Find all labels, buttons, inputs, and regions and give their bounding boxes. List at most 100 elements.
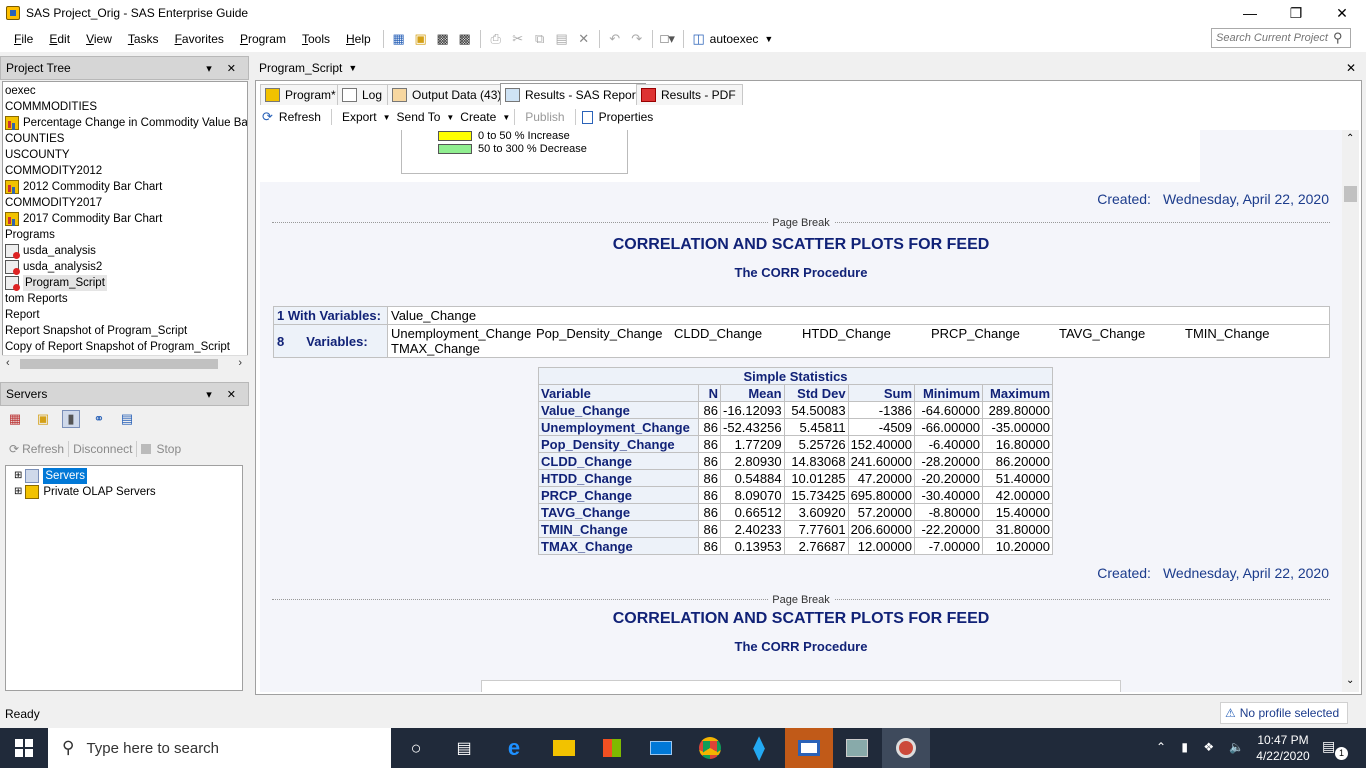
taskbar-clock[interactable]: 10:47 PM 4/22/2020 [1253, 732, 1313, 764]
scroll-thumb[interactable] [1344, 186, 1357, 202]
paste-icon[interactable]: ▤ [553, 30, 571, 48]
tree-item[interactable]: Percentage Change in Commodity Value Bar… [5, 115, 247, 131]
publish-button[interactable]: Publish [523, 110, 566, 124]
delete-icon[interactable]: ✕ [575, 30, 593, 48]
photos-icon[interactable] [833, 728, 881, 768]
document-close-icon[interactable]: ✕ [1346, 61, 1356, 75]
close-button[interactable]: ✕ [1319, 0, 1365, 26]
scroll-thumb[interactable] [20, 359, 218, 369]
list-icon[interactable]: ▤ [118, 410, 136, 428]
open-folder-icon[interactable]: ▣ [412, 30, 430, 48]
task-view-icon[interactable]: ▤ [440, 728, 488, 768]
export-dropdown-icon[interactable]: ▼ [383, 113, 391, 122]
servers-stop-button[interactable]: Stop [156, 442, 181, 456]
print-icon[interactable]: ⎙ [487, 30, 505, 48]
project-tree[interactable]: oexec COMMMODITIES Percentage Change in Co… [2, 81, 248, 372]
servers-disconnect-button[interactable]: Disconnect [73, 442, 132, 456]
cut-icon[interactable]: ✂ [509, 30, 527, 48]
menu-view[interactable]: View [78, 32, 120, 46]
mail-icon[interactable] [637, 728, 685, 768]
tree-item[interactable]: usda_analysis [5, 243, 245, 259]
tree-item[interactable]: oexec [5, 83, 245, 99]
chrome-icon[interactable] [686, 728, 734, 768]
scroll-right-icon[interactable]: › [238, 357, 242, 369]
create-dropdown-icon[interactable]: ▼ [502, 113, 510, 122]
tree-item[interactable]: Program_Script [5, 275, 245, 291]
send-to-dropdown-icon[interactable]: ▼ [446, 113, 454, 122]
cortana-icon[interactable]: ○ [392, 728, 440, 768]
undo-icon[interactable]: ↶ [606, 30, 624, 48]
tree-item[interactable]: COMMMODITIES [5, 99, 245, 115]
window-layout-icon[interactable]: □▾ [659, 30, 677, 48]
edge-icon[interactable]: e [490, 728, 538, 768]
sas-eg-taskbar-icon[interactable] [882, 728, 930, 768]
create-button[interactable]: Create [458, 110, 498, 124]
document-dropdown-icon[interactable]: ▼ [348, 63, 357, 73]
vertical-scrollbar[interactable]: ⌃ ⌄ [1342, 130, 1359, 692]
server-icon[interactable]: ▮ [62, 410, 80, 428]
scroll-up-icon[interactable]: ⌃ [1346, 133, 1354, 144]
notification-icon[interactable]: ▤ 1 [1322, 738, 1348, 760]
server-node-olap[interactable]: Private OLAP Servers [43, 484, 155, 500]
tree-item[interactable]: USCOUNTY [5, 147, 245, 163]
tree-item[interactable]: 2012 Commodity Bar Chart [5, 179, 245, 195]
menu-tasks[interactable]: Tasks [120, 32, 167, 46]
tree-item[interactable]: COUNTIES [5, 131, 245, 147]
pane-controls[interactable]: ▾ ✕ [206, 388, 242, 401]
tab-output-data[interactable]: Output Data (43) [387, 84, 509, 105]
tab-log[interactable]: Log [337, 84, 390, 105]
document-title[interactable]: Program_Script [259, 61, 342, 75]
tree-item[interactable]: tom Reports [5, 291, 245, 307]
tab-results-sas-report[interactable]: Results - SAS Report [500, 83, 647, 105]
tree-item[interactable]: COMMODITY2012 [5, 163, 245, 179]
expand-icon[interactable]: ⊞ [14, 484, 22, 500]
file-explorer-icon[interactable] [540, 728, 588, 768]
autoexec-label[interactable]: autoexec [710, 32, 759, 46]
minimize-button[interactable]: — [1227, 0, 1273, 26]
menu-program[interactable]: Program [232, 32, 294, 46]
save-all-icon[interactable]: ▩ [456, 30, 474, 48]
tab-results-pdf[interactable]: Results - PDF [636, 84, 743, 105]
send-to-button[interactable]: Send To [395, 110, 443, 124]
search-icon[interactable]: ⚲ [1333, 30, 1343, 46]
server-node-servers[interactable]: Servers [43, 468, 88, 484]
expand-icon[interactable]: ⊞ [14, 468, 22, 484]
tree-item[interactable]: COMMODITY2017 [5, 195, 245, 211]
autoexec-dropdown-icon[interactable]: ▼ [764, 34, 773, 44]
maximize-button[interactable]: ❐ [1273, 0, 1319, 26]
sas-taskbar-icon[interactable] [785, 728, 833, 768]
scroll-left-icon[interactable]: ‹ [6, 357, 10, 369]
tree-item[interactable]: Programs [5, 227, 245, 243]
servers-refresh-button[interactable]: Refresh [22, 442, 64, 456]
menu-favorites[interactable]: Favorites [167, 32, 232, 46]
stop-icon[interactable] [141, 444, 152, 454]
save-icon[interactable]: ▩ [434, 30, 452, 48]
properties-icon[interactable] [581, 110, 593, 124]
refresh-button[interactable]: Refresh [277, 110, 323, 124]
profile-indicator[interactable]: ⚠ No profile selected [1220, 702, 1348, 724]
tree-item[interactable]: usda_analysis2 [5, 259, 245, 275]
menu-help[interactable]: Help [338, 32, 379, 46]
redo-icon[interactable]: ↷ [628, 30, 646, 48]
taskbar-search-box[interactable]: ⚲ Type here to search [48, 728, 391, 768]
system-tray-icons[interactable]: ⌃ ▮ ❖ 🔈 [1156, 740, 1250, 754]
properties-button[interactable]: Properties [597, 110, 656, 124]
vscode-icon[interactable]: ⧫ [735, 728, 783, 768]
menu-tools[interactable]: Tools [294, 32, 338, 46]
tree-item[interactable]: 2017 Commodity Bar Chart [5, 211, 245, 227]
tree-item[interactable]: Report Snapshot of Program_Script [5, 323, 245, 339]
globe-icon[interactable]: ⚭ [90, 410, 108, 428]
pane-controls[interactable]: ▾ ✕ [206, 62, 242, 75]
horizontal-scrollbar[interactable]: ‹ › [2, 355, 248, 372]
refresh-icon[interactable]: ⟳ [9, 442, 19, 456]
store-icon[interactable] [588, 728, 636, 768]
tree-item[interactable]: Copy of Report Snapshot of Program_Scrip… [5, 339, 245, 355]
refresh-icon[interactable]: ⟳ [262, 109, 273, 125]
server-folder-icon[interactable]: ▣ [34, 410, 52, 428]
tab-program[interactable]: Program* [260, 84, 343, 105]
server-add-icon[interactable]: ▦ [6, 410, 24, 428]
menu-file[interactable]: File [6, 32, 41, 46]
search-project-input[interactable] [1211, 28, 1351, 48]
copy-icon[interactable]: ⧉ [531, 30, 549, 48]
autoexec-icon[interactable]: ◫ [690, 30, 708, 48]
